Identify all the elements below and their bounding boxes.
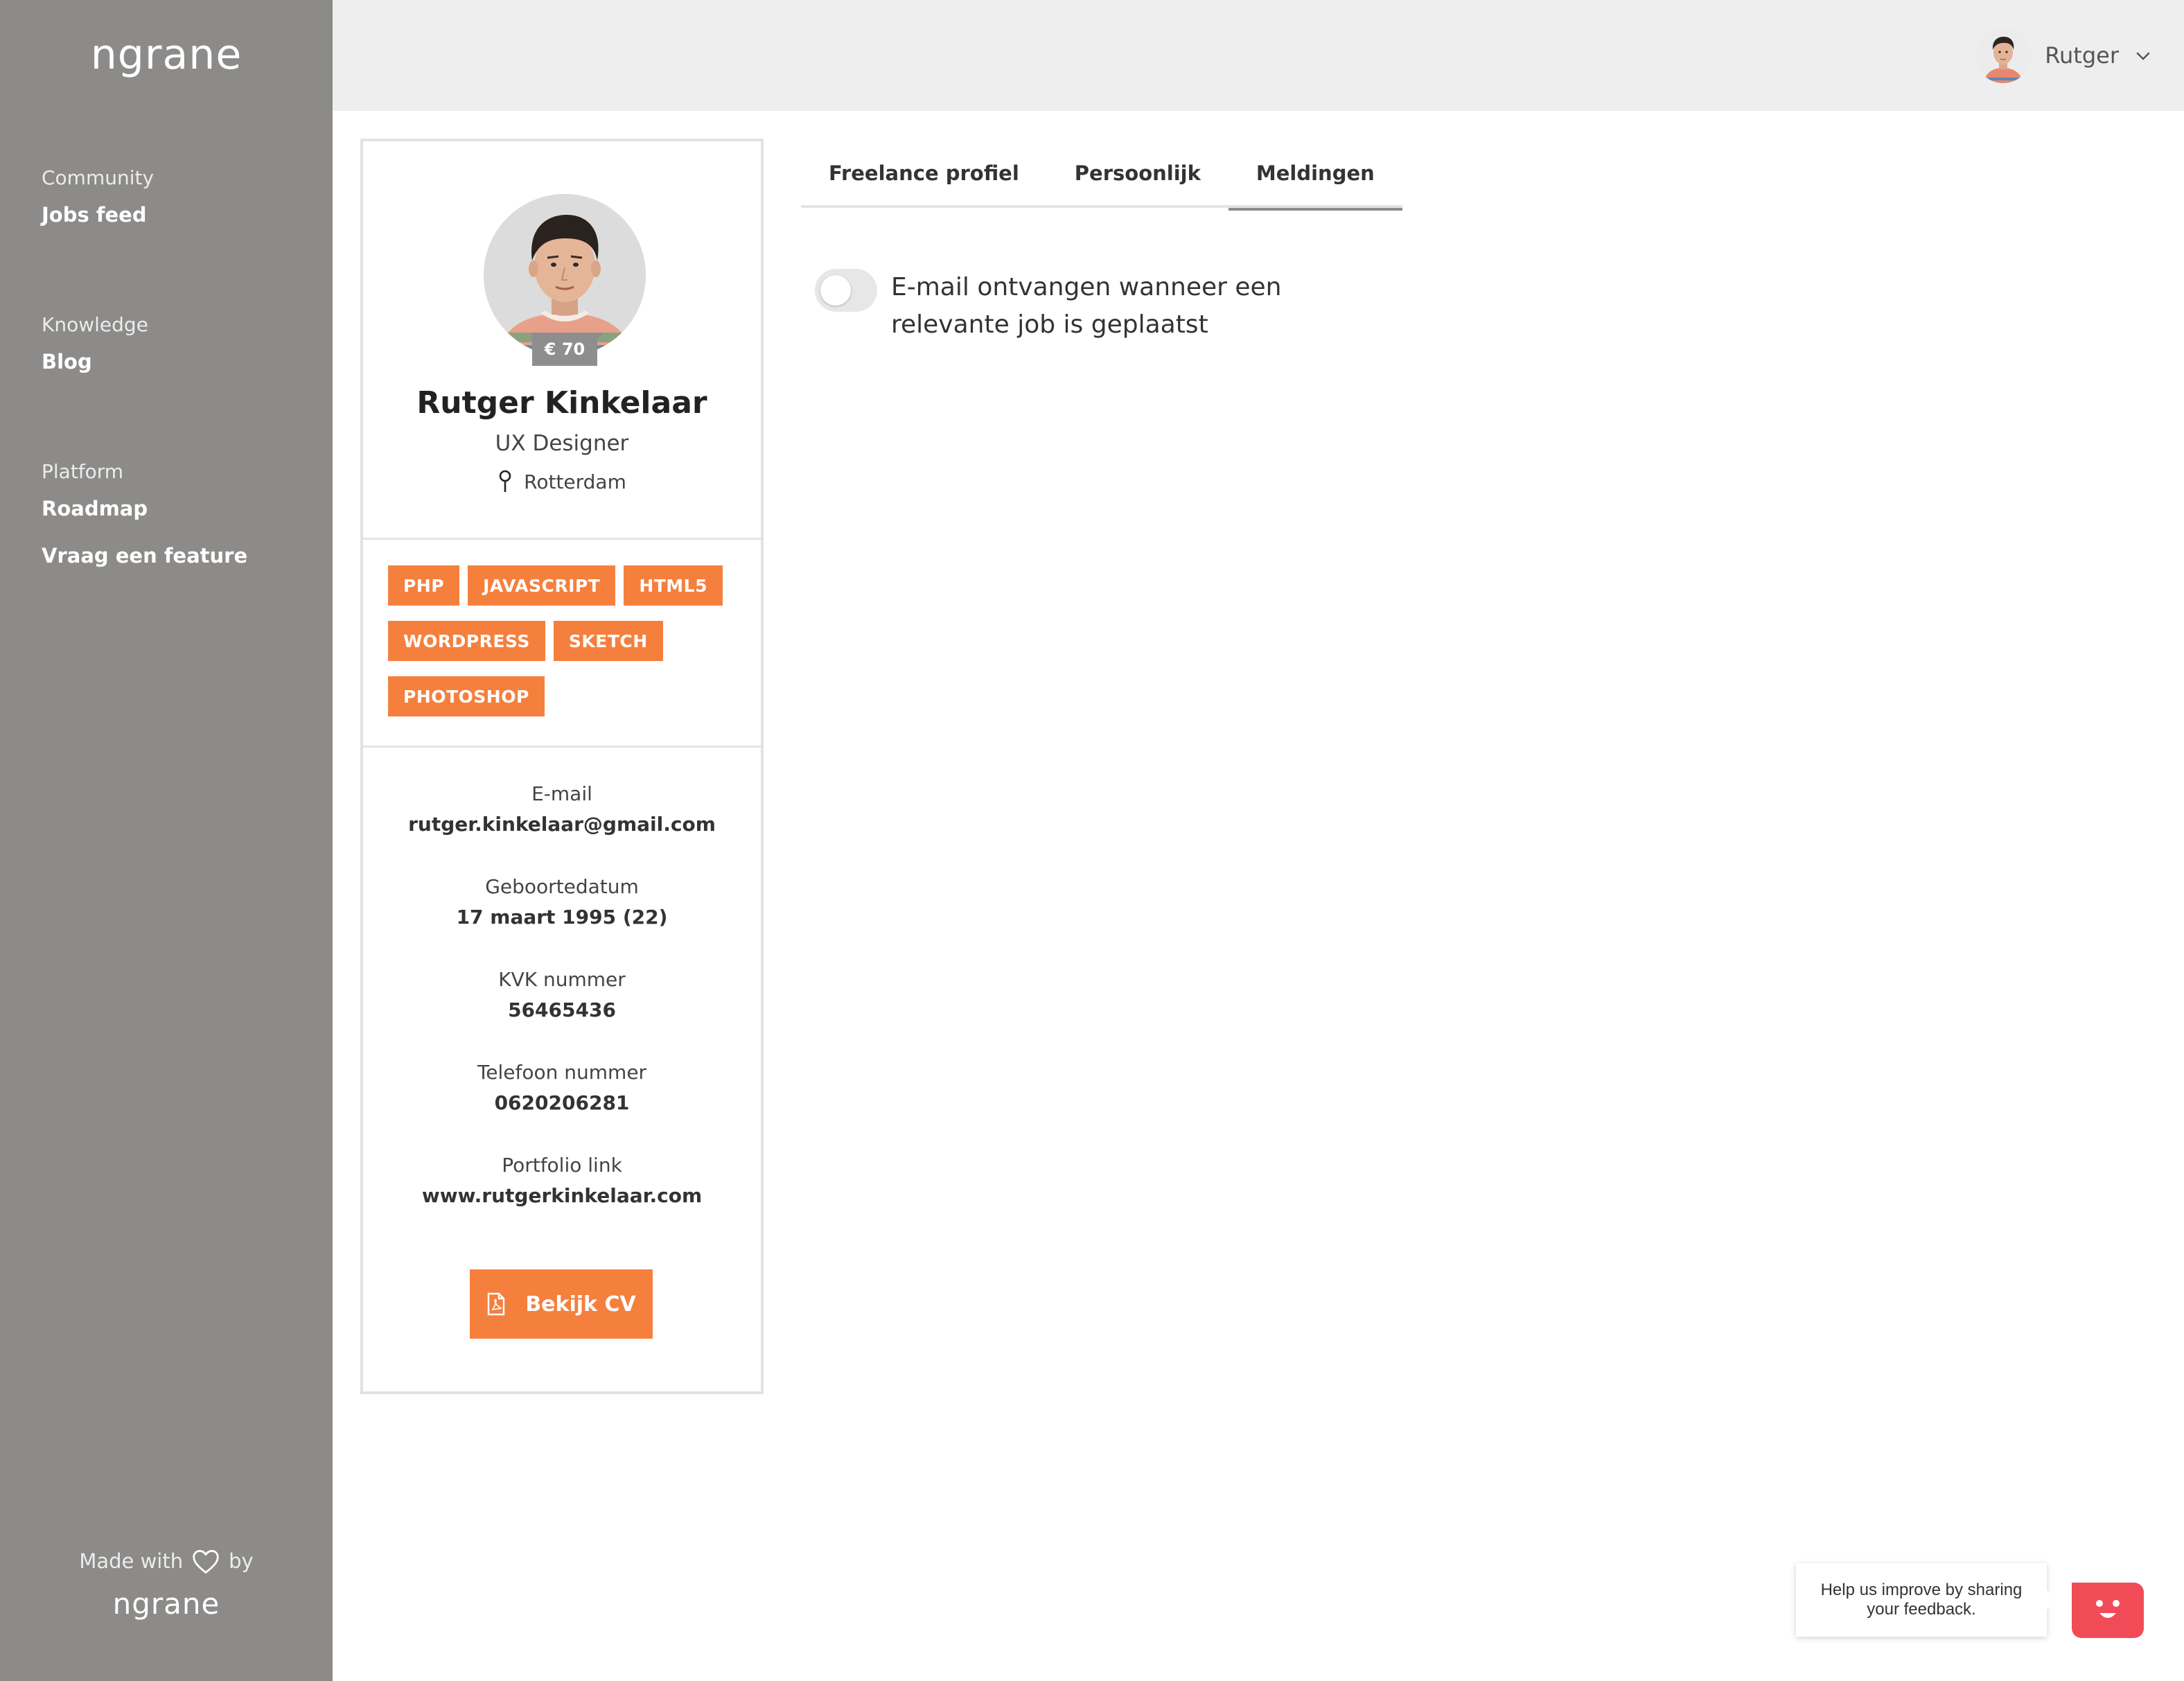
info-label: E-mail xyxy=(531,782,592,805)
tab-persoonlijk[interactable]: Persoonlijk xyxy=(1047,139,1228,208)
hourly-rate-badge: € 70 xyxy=(532,333,604,366)
nav-link-roadmap[interactable]: Roadmap xyxy=(42,497,247,520)
profile-info-list: E-mail rutger.kinkelaar@gmail.com Geboor… xyxy=(363,779,761,1243)
skills-list: PHP JAVASCRIPT HTML5 WORDPRESS SKETCH PH… xyxy=(388,565,734,716)
portfolio-link[interactable]: www.rutgerkinkelaar.com xyxy=(363,1181,761,1211)
profile-tabs: Freelance profiel Persoonlijk Meldingen xyxy=(801,139,1402,211)
footer-logo[interactable]: ngrane xyxy=(0,1587,333,1621)
toggle-knob xyxy=(820,275,851,306)
view-cv-label: Bekijk CV xyxy=(525,1292,636,1317)
skill-tag: PHP xyxy=(388,565,460,606)
info-value: 0620206281 xyxy=(494,1091,630,1114)
user-menu[interactable]: Rutger xyxy=(1975,28,2154,83)
info-birthdate: Geboortedatum 17 maart 1995 (22) xyxy=(363,872,761,965)
info-kvk: KVK nummer 56465436 xyxy=(363,965,761,1057)
top-bar: Rutger xyxy=(333,0,2184,111)
divider xyxy=(363,746,761,748)
sidebar: ngrane Community Jobs feed Knowledge Blo… xyxy=(0,0,333,1681)
profile-avatar xyxy=(484,194,646,356)
feedback-button[interactable] xyxy=(2072,1583,2144,1638)
location-pin-icon xyxy=(499,470,511,492)
nav-heading: Platform xyxy=(42,460,124,483)
smiley-icon xyxy=(2096,1600,2120,1618)
nav-link-jobs-feed[interactable]: Jobs feed xyxy=(42,203,154,227)
location-text: Rotterdam xyxy=(524,470,626,493)
nav-group-community: Community Jobs feed xyxy=(42,166,154,227)
email-notification-label: E-mail ontvangen wanneer een relevante j… xyxy=(891,273,1282,339)
pdf-file-icon xyxy=(488,1292,505,1316)
email-notification-setting: E-mail ontvangen wanneer een relevante j… xyxy=(815,269,1390,344)
tab-meldingen[interactable]: Meldingen xyxy=(1228,139,1402,211)
info-value: rutger.kinkelaar@gmail.com xyxy=(408,813,716,836)
nav-link-vraag-een-feature[interactable]: Vraag een feature xyxy=(42,544,247,567)
nav-link-blog[interactable]: Blog xyxy=(42,350,148,373)
info-label: Geboortedatum xyxy=(485,875,639,898)
by-text: by xyxy=(229,1549,254,1573)
nav-group-platform: Platform Roadmap Vraag een feature xyxy=(42,460,247,567)
nav-heading: Community xyxy=(42,166,155,189)
info-label: Portfolio link xyxy=(502,1154,622,1177)
brand-logo[interactable]: ngrane xyxy=(0,30,333,79)
skill-tag: HTML5 xyxy=(624,565,723,606)
avatar xyxy=(1975,28,2032,83)
skill-tag: SKETCH xyxy=(553,621,663,661)
nav-heading: Knowledge xyxy=(42,313,148,336)
info-label: Telefoon nummer xyxy=(477,1061,647,1084)
info-value: 56465436 xyxy=(508,998,616,1021)
made-with-text: Made with xyxy=(79,1549,184,1573)
chevron-down-icon[interactable] xyxy=(2133,45,2154,66)
email-notification-toggle[interactable] xyxy=(815,269,877,312)
feedback-tooltip: Help us improve by sharing your feedback… xyxy=(1796,1563,2057,1637)
skill-tag: JAVASCRIPT xyxy=(468,565,616,606)
profile-card: € 70 Rutger Kinkelaar UX Designer Rotter… xyxy=(360,139,764,1394)
info-label: KVK nummer xyxy=(498,968,626,991)
view-cv-button[interactable]: Bekijk CV xyxy=(470,1269,653,1339)
info-portfolio: Portfolio link www.rutgerkinkelaar.com xyxy=(363,1150,761,1243)
skill-tag: PHOTOSHOP xyxy=(388,676,545,716)
profile-role: UX Designer xyxy=(495,431,629,456)
info-phone: Telefoon nummer 0620206281 xyxy=(363,1057,761,1150)
skill-tag: WORDPRESS xyxy=(388,621,545,661)
tab-freelance-profiel[interactable]: Freelance profiel xyxy=(801,139,1047,208)
divider xyxy=(363,538,761,540)
profile-name: Rutger Kinkelaar xyxy=(416,385,707,421)
profile-location: Rotterdam xyxy=(363,470,761,493)
made-with-footer: Made with by xyxy=(0,1548,333,1574)
info-value: 17 maart 1995 (22) xyxy=(456,906,668,928)
user-name[interactable]: Rutger xyxy=(2045,42,2119,69)
nav-group-knowledge: Knowledge Blog xyxy=(42,313,148,373)
heart-icon xyxy=(193,1549,219,1574)
info-email: E-mail rutger.kinkelaar@gmail.com xyxy=(363,779,761,872)
